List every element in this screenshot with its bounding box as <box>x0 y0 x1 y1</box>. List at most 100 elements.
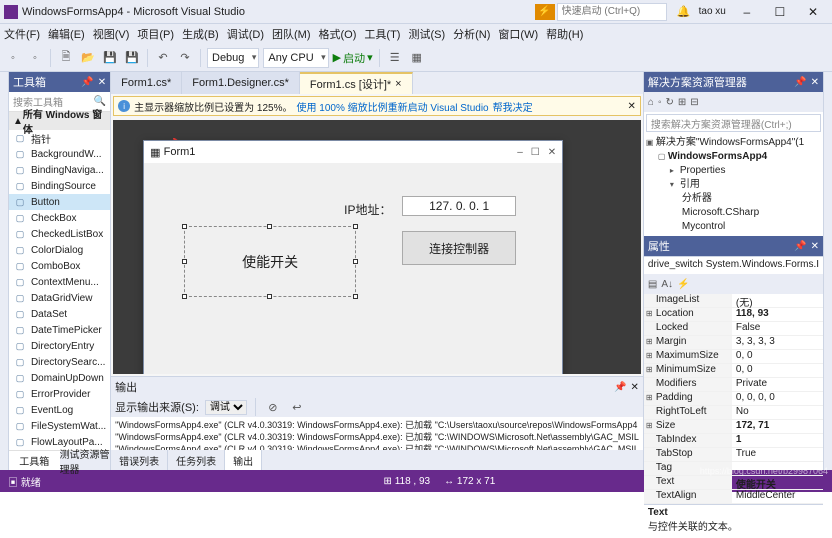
notify-icon[interactable]: 🔔 <box>675 3 693 21</box>
notice-restart-link[interactable]: 使用 100% 缩放比例重新启动 Visual Studio <box>297 99 489 114</box>
foot-tasks[interactable]: 任务列表 <box>168 450 225 470</box>
form-designer[interactable]: ▦ Form1 – ☐ ✕ IP地址： 127. 0. 0. 1 使能开关 连接… <box>113 120 641 374</box>
toolbox-item[interactable]: ▢DataGridView <box>9 290 110 306</box>
redo-icon[interactable]: ↷ <box>176 49 194 67</box>
menu-item[interactable]: 帮助(H) <box>546 26 583 42</box>
prop-row[interactable]: TabIndex1 <box>644 434 823 448</box>
new-icon[interactable]: 🗎 <box>57 49 75 67</box>
config-combo[interactable]: Debug <box>207 48 259 68</box>
grid-icon[interactable]: ▦ <box>408 49 426 67</box>
foot-tab-toolbox[interactable]: 工具箱 <box>9 451 60 470</box>
toolbox-item[interactable]: ▢Button <box>9 194 110 210</box>
form-close-icon[interactable]: ✕ <box>548 147 556 158</box>
menu-item[interactable]: 格式(O) <box>319 26 357 42</box>
form-window[interactable]: ▦ Form1 – ☐ ✕ IP地址： 127. 0. 0. 1 使能开关 连接… <box>143 140 563 374</box>
toolbox-item[interactable]: ▢指针 <box>9 130 110 146</box>
save-icon[interactable]: 💾 <box>101 49 119 67</box>
menu-item[interactable]: 测试(S) <box>408 26 445 42</box>
toolbox-item[interactable]: ▢BindingNaviga... <box>9 162 110 178</box>
home-icon[interactable]: ⌂ <box>648 97 654 108</box>
foot-errors[interactable]: 错误列表 <box>111 450 168 470</box>
toolbox-item[interactable]: ▢DateTimePicker <box>9 322 110 338</box>
prop-row[interactable]: ⊞Padding0, 0, 0, 0 <box>644 392 823 406</box>
menu-item[interactable]: 视图(V) <box>93 26 130 42</box>
menu-item[interactable]: 工具(T) <box>364 26 400 42</box>
toolbox-item[interactable]: ▢DirectorySearc... <box>9 354 110 370</box>
user-label[interactable]: tao xu <box>699 6 726 17</box>
start-button[interactable]: ▶ 启动 ▾ <box>333 50 373 66</box>
toolbox-item[interactable]: ▢ContextMenu... <box>9 274 110 290</box>
toolbox-item[interactable]: ▢EventLog <box>9 402 110 418</box>
close-icon[interactable]: ✕ <box>811 241 819 252</box>
foot-tab-testexp[interactable]: 测试资源管理器 <box>60 451 111 470</box>
toolbox-item[interactable]: ▢DomainUpDown <box>9 370 110 386</box>
prop-row[interactable]: ImageList(无) <box>644 294 823 308</box>
prop-row[interactable]: Text使能开关 <box>644 476 823 490</box>
output-body[interactable]: "WindowsFormsApp4.exe" (CLR v4.0.30319: … <box>111 417 643 450</box>
min-button[interactable]: – <box>732 5 762 19</box>
close-button[interactable]: ✕ <box>798 5 828 19</box>
prop-row[interactable]: TabStopTrue <box>644 448 823 462</box>
pin-icon[interactable]: 📌 <box>81 77 93 88</box>
platform-combo[interactable]: Any CPU <box>263 48 328 68</box>
az-icon[interactable]: A↓ <box>661 279 673 290</box>
ip-label[interactable]: IP地址： <box>344 201 391 218</box>
menu-item[interactable]: 项目(P) <box>137 26 174 42</box>
prop-row[interactable]: ⊞MaximumSize0, 0 <box>644 350 823 364</box>
solution-search[interactable]: 搜索解决方案资源管理器(Ctrl+;) <box>646 114 821 132</box>
foot-output[interactable]: 输出 <box>225 450 262 470</box>
toolbox-item[interactable]: ▢BindingSource <box>9 178 110 194</box>
menu-item[interactable]: 窗口(W) <box>498 26 538 42</box>
cat-icon[interactable]: ▤ <box>648 279 657 290</box>
close-icon[interactable]: ✕ <box>631 382 639 393</box>
quick-launch-input[interactable] <box>557 3 667 21</box>
toolbox-item[interactable]: ▢FileSystemWat... <box>9 418 110 434</box>
toolbox-group[interactable]: ▲ 所有 Windows 窗体 <box>9 112 110 130</box>
undo-icon[interactable]: ↶ <box>154 49 172 67</box>
menu-item[interactable]: 生成(B) <box>182 26 219 42</box>
prop-row[interactable]: TextAlignMiddleCenter <box>644 490 823 504</box>
pin-icon[interactable]: 📌 <box>794 77 806 88</box>
drive-switch-control[interactable]: 使能开关 <box>184 226 356 297</box>
prop-row[interactable]: ModifiersPrivate <box>644 378 823 392</box>
props-object[interactable]: drive_switch System.Windows.Forms.I <box>644 256 823 274</box>
toolbox-item[interactable]: ▢ComboBox <box>9 258 110 274</box>
prop-row[interactable]: ⊞Margin3, 3, 3, 3 <box>644 336 823 350</box>
tab-close-icon[interactable]: × <box>395 78 401 90</box>
notice-help-link[interactable]: 帮我决定 <box>493 99 533 114</box>
clear-icon[interactable]: ⊘ <box>264 398 282 416</box>
events-icon[interactable]: ⚡ <box>677 279 689 290</box>
close-icon[interactable]: ✕ <box>811 77 819 88</box>
nav-back-icon[interactable]: ◦ <box>4 49 22 67</box>
form-min-icon[interactable]: – <box>517 147 523 158</box>
toolbox-item[interactable]: ▢ColorDialog <box>9 242 110 258</box>
close-icon[interactable]: ✕ <box>98 77 106 88</box>
nav-fwd-icon[interactable]: ◦ <box>26 49 44 67</box>
pin-icon[interactable]: 📌 <box>794 241 806 252</box>
menu-item[interactable]: 文件(F) <box>4 26 40 42</box>
doc-tab[interactable]: Form1.cs* <box>111 72 182 94</box>
saveall-icon[interactable]: 💾 <box>123 49 141 67</box>
menu-item[interactable]: 团队(M) <box>272 26 311 42</box>
menu-item[interactable]: 分析(N) <box>453 26 490 42</box>
toolbox-item[interactable]: ▢BackgroundW... <box>9 146 110 162</box>
align-icon[interactable]: ☰ <box>386 49 404 67</box>
toolbox-item[interactable]: ▢CheckedListBox <box>9 226 110 242</box>
form-max-icon[interactable]: ☐ <box>531 147 540 158</box>
connect-button[interactable]: 连接控制器 <box>402 231 516 265</box>
prop-row[interactable]: ⊞MinimumSize0, 0 <box>644 364 823 378</box>
wrap-icon[interactable]: ↩ <box>288 398 306 416</box>
menu-item[interactable]: 调试(D) <box>227 26 264 42</box>
open-icon[interactable]: 📂 <box>79 49 97 67</box>
prop-row[interactable]: ⊞Size172, 71 <box>644 420 823 434</box>
toolbox-item[interactable]: ▢CheckBox <box>9 210 110 226</box>
ip-textbox[interactable]: 127. 0. 0. 1 <box>402 196 516 216</box>
pin-icon[interactable]: 📌 <box>614 382 626 393</box>
prop-row[interactable]: ⊞Location118, 93 <box>644 308 823 322</box>
prop-row[interactable]: RightToLeftNo <box>644 406 823 420</box>
solution-tree[interactable]: ▣解决方案"WindowsFormsApp4"(1 ▢WindowsFormsA… <box>644 134 823 236</box>
doc-tab[interactable]: Form1.cs [设计]*× <box>300 72 413 94</box>
notice-close-icon[interactable]: ✕ <box>628 101 636 112</box>
doc-tab[interactable]: Form1.Designer.cs* <box>182 72 300 94</box>
prop-row[interactable]: LockedFalse <box>644 322 823 336</box>
